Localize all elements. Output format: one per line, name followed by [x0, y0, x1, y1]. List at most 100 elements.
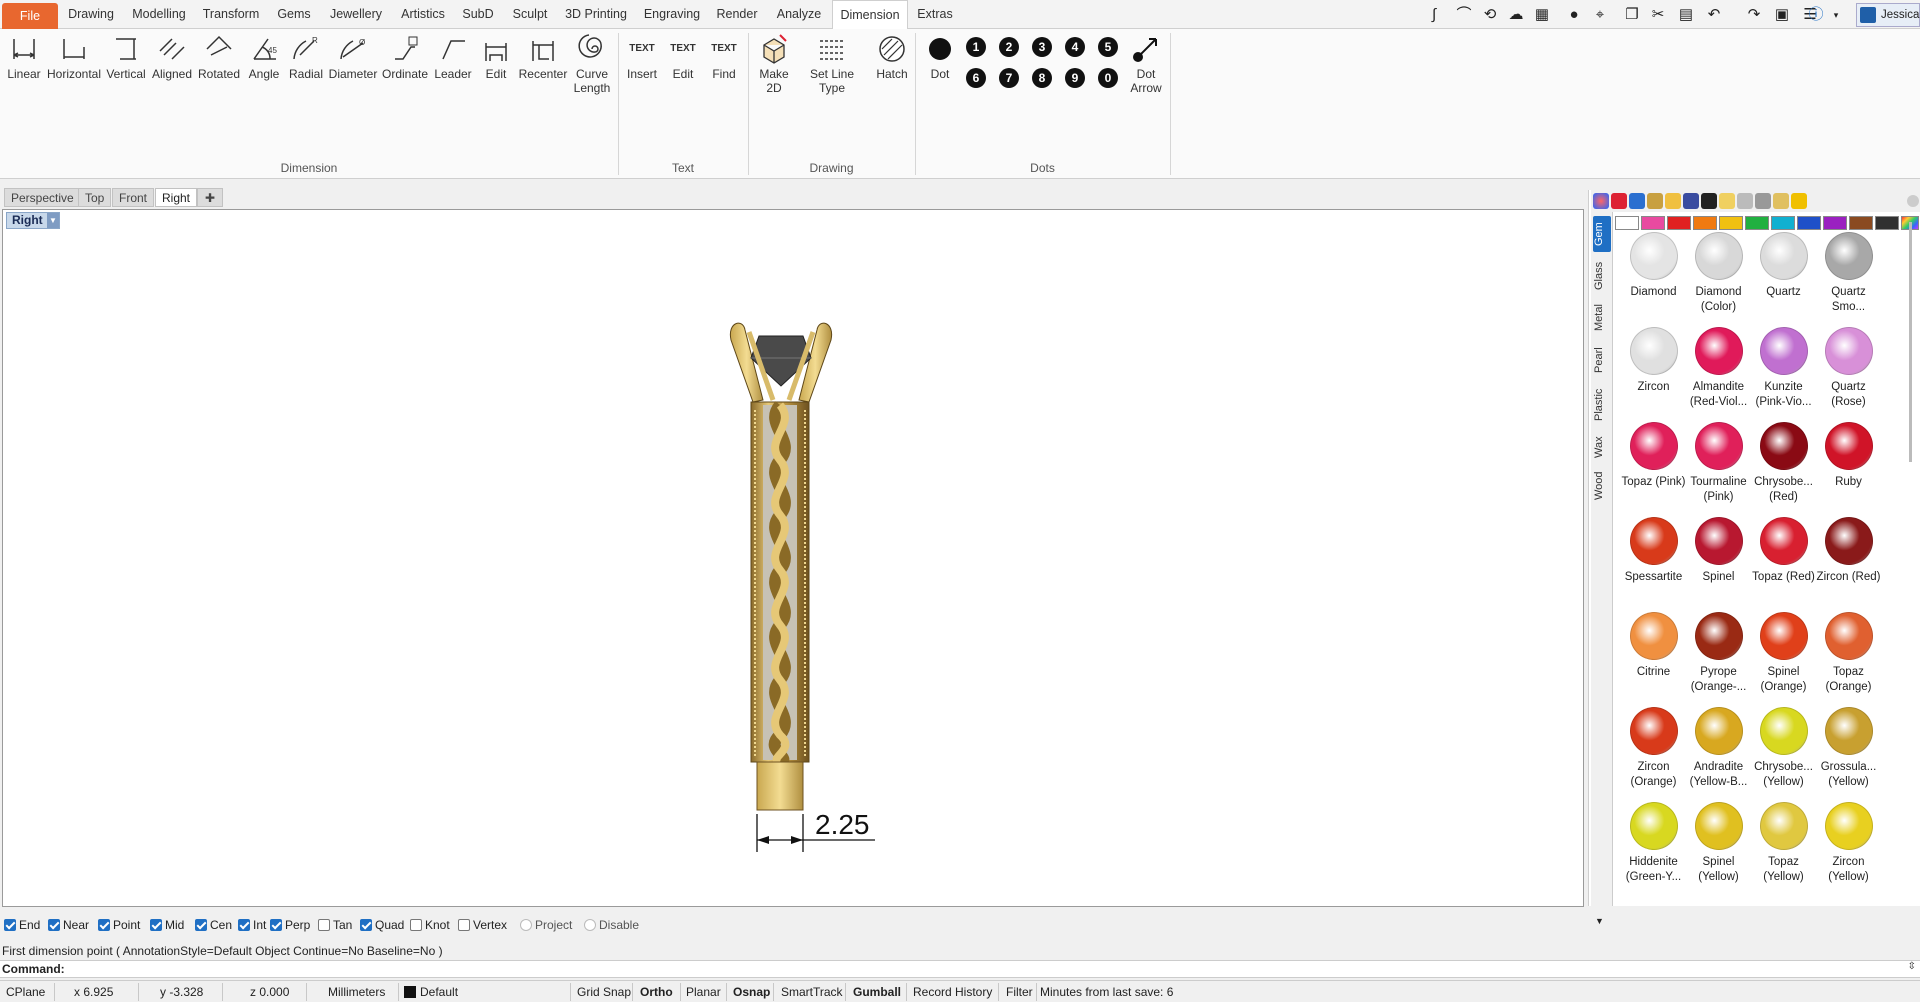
checkbox[interactable]: [410, 919, 422, 931]
osnap-cen[interactable]: Cen: [195, 917, 232, 933]
smarttrack-toggle[interactable]: SmartTrack: [781, 984, 843, 1000]
hatch-button[interactable]: Hatch: [870, 33, 914, 81]
gem-tile[interactable]: Chrysobe... (Yellow): [1751, 707, 1816, 790]
gem-tile[interactable]: Quartz (Rose): [1816, 327, 1881, 410]
light-icon[interactable]: [1719, 193, 1735, 209]
set-line-type-button[interactable]: Set Line Type: [798, 33, 866, 95]
grid-snap-toggle[interactable]: Grid Snap: [577, 984, 631, 1000]
checkbox[interactable]: [584, 919, 596, 931]
gem-tile[interactable]: Zircon (Yellow): [1816, 802, 1881, 885]
checkbox[interactable]: [238, 919, 250, 931]
diameter-button[interactable]: Ø Diameter: [328, 33, 378, 81]
ortho-toggle[interactable]: Ortho: [640, 984, 673, 1000]
tab-transform[interactable]: Transform: [198, 0, 264, 29]
tab-metal[interactable]: Metal: [1593, 300, 1611, 336]
linear-button[interactable]: Linear: [4, 33, 44, 81]
undo-icon[interactable]: ↶: [1704, 5, 1724, 25]
dot-button[interactable]: Dot: [920, 33, 960, 81]
dot-4-button[interactable]: 4: [1065, 37, 1085, 57]
folder-icon[interactable]: [1665, 193, 1681, 209]
osnap-project[interactable]: Project: [520, 917, 572, 933]
tab-render[interactable]: Render: [712, 0, 762, 29]
checkbox[interactable]: [458, 919, 470, 931]
redo-icon[interactable]: ↷: [1744, 5, 1764, 25]
checkbox[interactable]: [4, 919, 16, 931]
insert-text-button[interactable]: TEXT Insert: [622, 33, 662, 81]
tab-extras[interactable]: Extras: [912, 0, 958, 29]
color-filter-swatch[interactable]: [1693, 216, 1717, 230]
display-icon[interactable]: [1755, 193, 1771, 209]
planar-toggle[interactable]: Planar: [686, 984, 721, 1000]
gem-tile[interactable]: Zircon (Red): [1816, 517, 1881, 585]
checkbox[interactable]: [98, 919, 110, 931]
checkbox[interactable]: [360, 919, 372, 931]
color-wheel-icon[interactable]: [1593, 193, 1609, 209]
tab-gem[interactable]: Gem: [1593, 216, 1611, 252]
layers-icon[interactable]: [1683, 193, 1699, 209]
gem-tile[interactable]: Diamond (Color): [1686, 232, 1751, 315]
checkbox[interactable]: [195, 919, 207, 931]
color-filter-swatch[interactable]: [1615, 216, 1639, 230]
gear-icon[interactable]: [1907, 195, 1919, 207]
dot-9-button[interactable]: 9: [1065, 68, 1085, 88]
angle-button[interactable]: 45 Angle: [244, 33, 284, 81]
gem-tile[interactable]: Spinel: [1686, 517, 1751, 585]
dot-3-button[interactable]: 3: [1032, 37, 1052, 57]
osnap-vertex[interactable]: Vertex: [458, 917, 507, 933]
color-filter-swatch[interactable]: [1823, 216, 1847, 230]
tab-perspective[interactable]: Perspective: [4, 188, 81, 207]
tab-top[interactable]: Top: [78, 188, 112, 207]
user-account[interactable]: Jessica: [1856, 3, 1920, 27]
leader-button[interactable]: Leader: [432, 33, 474, 81]
gem-tile[interactable]: Andradite (Yellow-B...: [1686, 707, 1751, 790]
cloud-icon[interactable]: ☁: [1506, 5, 1526, 25]
checkbox[interactable]: [270, 919, 282, 931]
dot-0-button[interactable]: 0: [1098, 68, 1118, 88]
panel-scrollbar[interactable]: [1906, 220, 1916, 910]
rg-icon[interactable]: [1701, 193, 1717, 209]
color-filter-swatch[interactable]: [1875, 216, 1899, 230]
bell-icon[interactable]: [1791, 193, 1807, 209]
tab-glass[interactable]: Glass: [1593, 258, 1611, 294]
gem-tile[interactable]: Hiddenite (Green-Y...: [1621, 802, 1686, 885]
rotated-button[interactable]: Rotated: [196, 33, 242, 81]
gem-tile[interactable]: Quartz: [1751, 232, 1816, 300]
tab-artistics[interactable]: Artistics: [396, 0, 450, 29]
tab-drawing[interactable]: Drawing: [62, 0, 120, 29]
layer-name[interactable]: Default: [420, 984, 458, 1000]
gem-icon[interactable]: [1611, 193, 1627, 209]
gem-tile[interactable]: Citrine: [1621, 612, 1686, 680]
dot-6-button[interactable]: 6: [966, 68, 986, 88]
gem-tile[interactable]: Diamond: [1621, 232, 1686, 300]
file-tab[interactable]: File: [2, 3, 58, 29]
command-line[interactable]: Command: ⇳: [0, 960, 1920, 978]
units-label[interactable]: Millimeters: [328, 984, 385, 1000]
gem-tile[interactable]: Zircon (Orange): [1621, 707, 1686, 790]
tab-3d-printing[interactable]: 3D Printing: [562, 0, 630, 29]
tab-sculpt[interactable]: Sculpt: [506, 0, 554, 29]
osnap-mid[interactable]: Mid: [150, 917, 184, 933]
dot-2-button[interactable]: 2: [999, 37, 1019, 57]
dimension-value[interactable]: 2.25: [815, 809, 870, 840]
tab-jewellery[interactable]: Jewellery: [324, 0, 388, 29]
zoom-icon[interactable]: ⌖: [1590, 5, 1610, 25]
osnap-quad[interactable]: Quad: [360, 917, 404, 933]
gem-tile[interactable]: Pyrope (Orange-...: [1686, 612, 1751, 695]
find-text-button[interactable]: TEXT Find: [704, 33, 744, 81]
osnap-point[interactable]: Point: [98, 917, 140, 933]
recenter-button[interactable]: Recenter: [518, 33, 568, 81]
tab-gems[interactable]: Gems: [272, 0, 316, 29]
tab-analyze[interactable]: Analyze: [770, 0, 828, 29]
color-filter-swatch[interactable]: [1745, 216, 1769, 230]
gem-tile[interactable]: Spinel (Yellow): [1686, 802, 1751, 885]
add-viewport-icon[interactable]: ✚: [197, 188, 223, 207]
vertical-button[interactable]: Vertical: [104, 33, 148, 81]
color-filter-swatch[interactable]: [1849, 216, 1873, 230]
gumball-toggle[interactable]: Gumball: [853, 984, 901, 1000]
curve-icon[interactable]: ⌒: [1454, 5, 1474, 25]
gem-tile[interactable]: Topaz (Pink): [1621, 422, 1686, 490]
tab-right[interactable]: Right: [155, 188, 198, 207]
sun-icon[interactable]: [1773, 193, 1789, 209]
save-icon[interactable]: ▣: [1772, 5, 1792, 25]
gem-tile[interactable]: Spinel (Orange): [1751, 612, 1816, 695]
